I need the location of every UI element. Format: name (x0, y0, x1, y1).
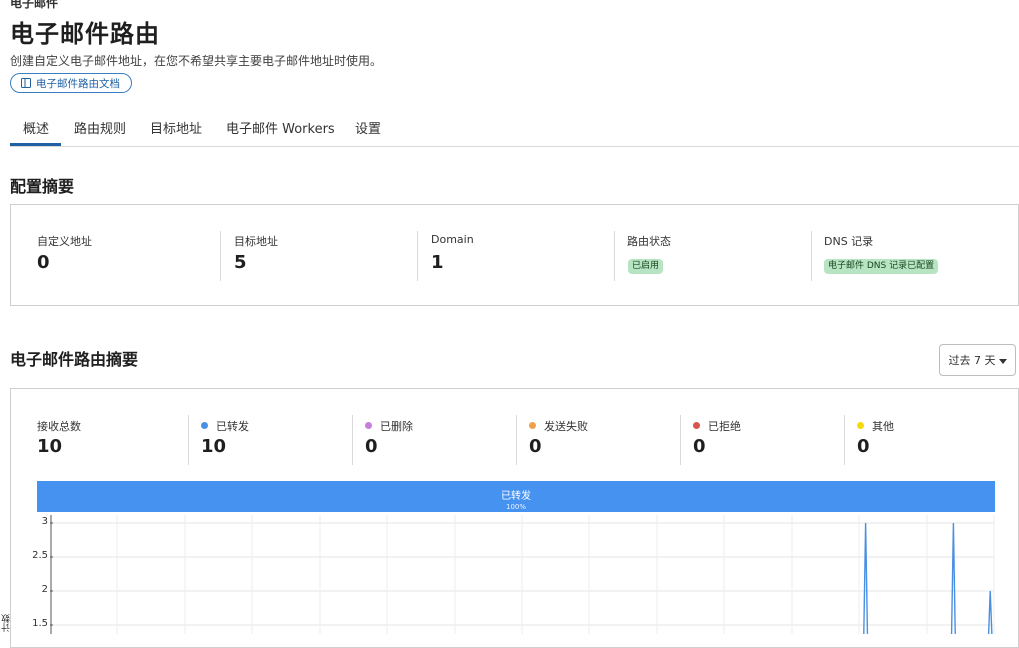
stat-value: 10 (201, 436, 227, 457)
docs-button-label: 电子邮件路由文档 (36, 77, 120, 90)
distribution-bar: 已转发 100% (37, 481, 995, 512)
tab-overview[interactable]: 概述 (23, 118, 49, 137)
divider (811, 231, 812, 281)
y-tick-label: 3 (41, 516, 48, 527)
y-axis-label: 计数 (2, 614, 12, 632)
stat-label: 接收总数 (37, 420, 81, 433)
stat-value: 5 (234, 252, 247, 273)
dns-status-badge: 电子邮件 DNS 记录已配置 (824, 259, 939, 274)
stat-label-dropped: 已删除 (365, 418, 413, 434)
stat-label-forwarded: 已转发 (201, 418, 249, 434)
config-summary-title: 配置摘要 (10, 177, 75, 196)
legend-dot (529, 422, 536, 429)
stat-value: 0 (37, 252, 50, 273)
tab-email-workers[interactable]: 电子邮件 Workers (226, 118, 335, 137)
tab-routing-rules[interactable]: 路由规则 (74, 118, 126, 137)
distribution-bar-percent: 100% (505, 503, 526, 511)
stat-label: DNS 记录 (824, 235, 874, 248)
tab-settings[interactable]: 设置 (355, 118, 381, 137)
stat-value: 10 (37, 436, 63, 457)
legend-dot (201, 422, 208, 429)
breadcrumb-section: 电子邮件 (10, 0, 59, 10)
caret-down-icon (998, 354, 1007, 367)
time-range-dropdown[interactable]: 过去 7 天 (939, 344, 1016, 376)
divider (844, 415, 845, 465)
stat-label: 自定义地址 (37, 235, 92, 248)
stat-label: 目标地址 (234, 235, 278, 248)
stat-label-rejected: 已拒绝 (693, 418, 741, 434)
docs-button[interactable]: 电子邮件路由文档 (10, 73, 132, 93)
y-tick-label: 1.5 (32, 618, 48, 629)
status-badge: 已启用 (628, 259, 664, 274)
divider (680, 415, 681, 465)
divider (614, 231, 615, 281)
y-tick-label: 2 (41, 584, 48, 595)
book-icon (21, 78, 31, 88)
series-spike (863, 522, 869, 634)
y-tick-label: 2.5 (32, 550, 48, 561)
page-subtitle: 创建自定义电子邮件地址，在您不希望共享主要电子邮件地址时使用。 (10, 54, 383, 68)
distribution-bar-label: 已转发 (501, 491, 531, 502)
legend-dot (857, 422, 864, 429)
legend-dot (693, 422, 700, 429)
stat-value: 0 (365, 436, 378, 457)
stat-value: 0 (693, 436, 706, 457)
active-tab-indicator (10, 143, 61, 146)
stat-value: 1 (431, 252, 444, 273)
stat-label: 路由状态 (627, 235, 671, 248)
email-routing-chart (50, 515, 995, 634)
time-range-label: 过去 7 天 (948, 354, 996, 367)
stat-label: Domain (431, 233, 474, 246)
divider (220, 231, 221, 281)
stat-value: 0 (857, 436, 870, 457)
page-title: 电子邮件路由 (10, 20, 160, 48)
divider (188, 415, 189, 465)
tab-bar: 概述 路由规则 目标地址 电子邮件 Workers 设置 (10, 116, 1019, 147)
legend-dot (365, 422, 372, 429)
divider (417, 231, 418, 281)
series-spike (987, 590, 993, 634)
series-spike (950, 522, 956, 634)
tab-destination-addresses[interactable]: 目标地址 (150, 118, 202, 137)
stat-label-failed: 发送失败 (529, 418, 588, 434)
stat-value: 0 (529, 436, 542, 457)
stat-label-other: 其他 (857, 418, 894, 434)
routing-summary-title: 电子邮件路由摘要 (10, 350, 139, 369)
config-summary-panel: 自定义地址 0 目标地址 5 Domain 1 路由状态 已启用 DNS 记录 … (10, 204, 1019, 306)
divider (352, 415, 353, 465)
divider (516, 415, 517, 465)
